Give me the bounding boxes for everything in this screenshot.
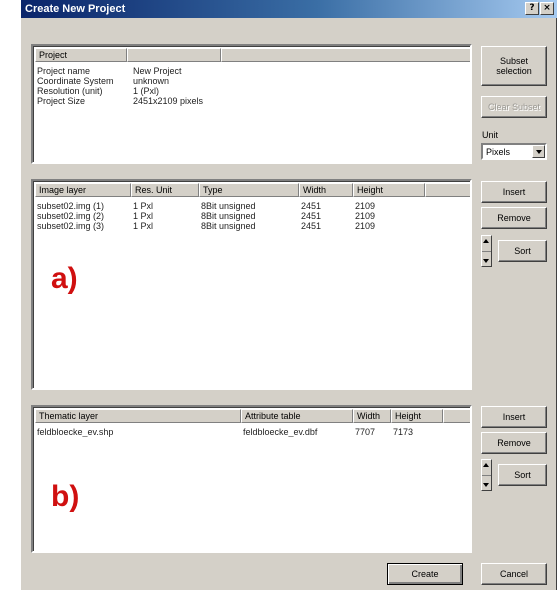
- col-thematic-layer[interactable]: Thematic layer: [35, 409, 241, 423]
- table-row[interactable]: feldbloecke_ev.shp feldbloecke_ev.dbf 77…: [37, 427, 445, 437]
- project-info-panel: Project Project name New Project Coordin…: [31, 44, 472, 164]
- col-height[interactable]: Height: [353, 183, 425, 197]
- cell-height: 7173: [393, 427, 414, 437]
- cell-res-unit: 1 Pxl: [133, 221, 154, 231]
- cell-width: 7707: [355, 427, 376, 437]
- table-row[interactable]: subset02.img (2) 1 Pxl 8Bit unsigned 245…: [37, 211, 415, 221]
- col-filler: [425, 183, 470, 197]
- subset-selection-label: Subset: [499, 56, 529, 66]
- project-row: Resolution (unit) 1 (Pxl): [37, 86, 253, 96]
- table-row[interactable]: subset02.img (3) 1 Pxl 8Bit unsigned 245…: [37, 221, 415, 231]
- image-layer-header-row: Image layer Res. Unit Type Width Height: [35, 183, 470, 197]
- unit-select-value: Pixels: [486, 147, 511, 157]
- arrow-down-icon[interactable]: [483, 259, 489, 263]
- project-row-value: 2451x2109 pixels: [133, 96, 204, 106]
- project-row-label: Project Size: [37, 96, 86, 106]
- project-row: Project name New Project: [37, 66, 253, 76]
- col-width[interactable]: Width: [353, 409, 391, 423]
- project-header-filler: [221, 48, 470, 62]
- insert-image-button[interactable]: Insert: [481, 181, 547, 203]
- help-icon[interactable]: ?: [525, 2, 539, 15]
- close-icon[interactable]: ×: [540, 2, 554, 15]
- cell-thematic-layer: feldbloecke_ev.shp: [37, 427, 114, 437]
- unit-label: Unit: [482, 130, 499, 140]
- project-row-label: Project name: [37, 66, 91, 76]
- project-header-blank[interactable]: [127, 48, 221, 62]
- chevron-down-icon[interactable]: [532, 145, 545, 158]
- cell-type: 8Bit unsigned: [201, 211, 256, 221]
- title-bar: Create New Project ? ×: [21, 0, 557, 18]
- cell-type: 8Bit unsigned: [201, 221, 256, 231]
- project-row-value: 1 (Pxl): [133, 86, 160, 96]
- col-height[interactable]: Height: [391, 409, 443, 423]
- remove-image-button[interactable]: Remove: [481, 207, 547, 229]
- col-attribute-table[interactable]: Attribute table: [241, 409, 353, 423]
- cell-height: 2109: [355, 221, 376, 231]
- remove-thematic-button[interactable]: Remove: [481, 432, 547, 454]
- project-header[interactable]: Project: [35, 48, 127, 62]
- project-row-label: Coordinate System: [37, 76, 114, 86]
- cell-height: 2109: [355, 211, 376, 221]
- col-filler: [443, 409, 470, 423]
- arrow-down-icon[interactable]: [483, 483, 489, 487]
- cell-res-unit: 1 Pxl: [133, 211, 154, 221]
- cell-height: 2109: [355, 201, 376, 211]
- project-row-label: Resolution (unit): [37, 86, 103, 96]
- project-row: Coordinate System unknown: [37, 76, 253, 86]
- thematic-layer-list[interactable]: Thematic layer Attribute table Width Hei…: [31, 405, 472, 553]
- col-width[interactable]: Width: [299, 183, 353, 197]
- cell-res-unit: 1 Pxl: [133, 201, 154, 211]
- create-button[interactable]: Create: [387, 563, 463, 585]
- cell-type: 8Bit unsigned: [201, 201, 256, 211]
- arrow-up-icon[interactable]: [483, 239, 489, 243]
- project-header-row: Project: [35, 48, 470, 62]
- col-res-unit[interactable]: Res. Unit: [131, 183, 199, 197]
- image-layer-list[interactable]: Image layer Res. Unit Type Width Height …: [31, 179, 472, 390]
- cell-image-layer: subset02.img (3): [37, 221, 105, 231]
- project-row-value: New Project: [133, 66, 182, 76]
- subset-selection-button[interactable]: Subset selection: [481, 46, 547, 86]
- subset-selection-label-2: selection: [496, 66, 532, 76]
- col-type[interactable]: Type: [199, 183, 299, 197]
- image-order-spinner[interactable]: [481, 235, 492, 267]
- create-project-dialog: Create New Project ? × Project Project n…: [20, 0, 557, 590]
- project-row: Project Size 2451x2109 pixels: [37, 96, 253, 106]
- arrow-up-icon[interactable]: [483, 463, 489, 467]
- unit-select[interactable]: Pixels: [481, 143, 547, 160]
- thematic-header-row: Thematic layer Attribute table Width Hei…: [35, 409, 470, 423]
- sort-thematic-button[interactable]: Sort: [498, 464, 547, 486]
- cell-width: 2451: [301, 221, 322, 231]
- insert-thematic-button[interactable]: Insert: [481, 406, 547, 428]
- project-row-value: unknown: [133, 76, 170, 86]
- cell-width: 2451: [301, 211, 322, 221]
- annotation-a: a): [51, 262, 78, 295]
- cell-width: 2451: [301, 201, 322, 211]
- col-image-layer[interactable]: Image layer: [35, 183, 131, 197]
- cancel-button[interactable]: Cancel: [481, 563, 547, 585]
- cell-attribute-table: feldbloecke_ev.dbf: [243, 427, 318, 437]
- cell-image-layer: subset02.img (1): [37, 201, 105, 211]
- cell-image-layer: subset02.img (2): [37, 211, 105, 221]
- table-row[interactable]: subset02.img (1) 1 Pxl 8Bit unsigned 245…: [37, 201, 415, 211]
- annotation-b: b): [51, 480, 80, 513]
- sort-image-button[interactable]: Sort: [498, 240, 547, 262]
- dialog-title: Create New Project: [25, 3, 126, 15]
- clear-subset-button[interactable]: Clear Subset: [481, 96, 547, 118]
- thematic-order-spinner[interactable]: [481, 459, 492, 491]
